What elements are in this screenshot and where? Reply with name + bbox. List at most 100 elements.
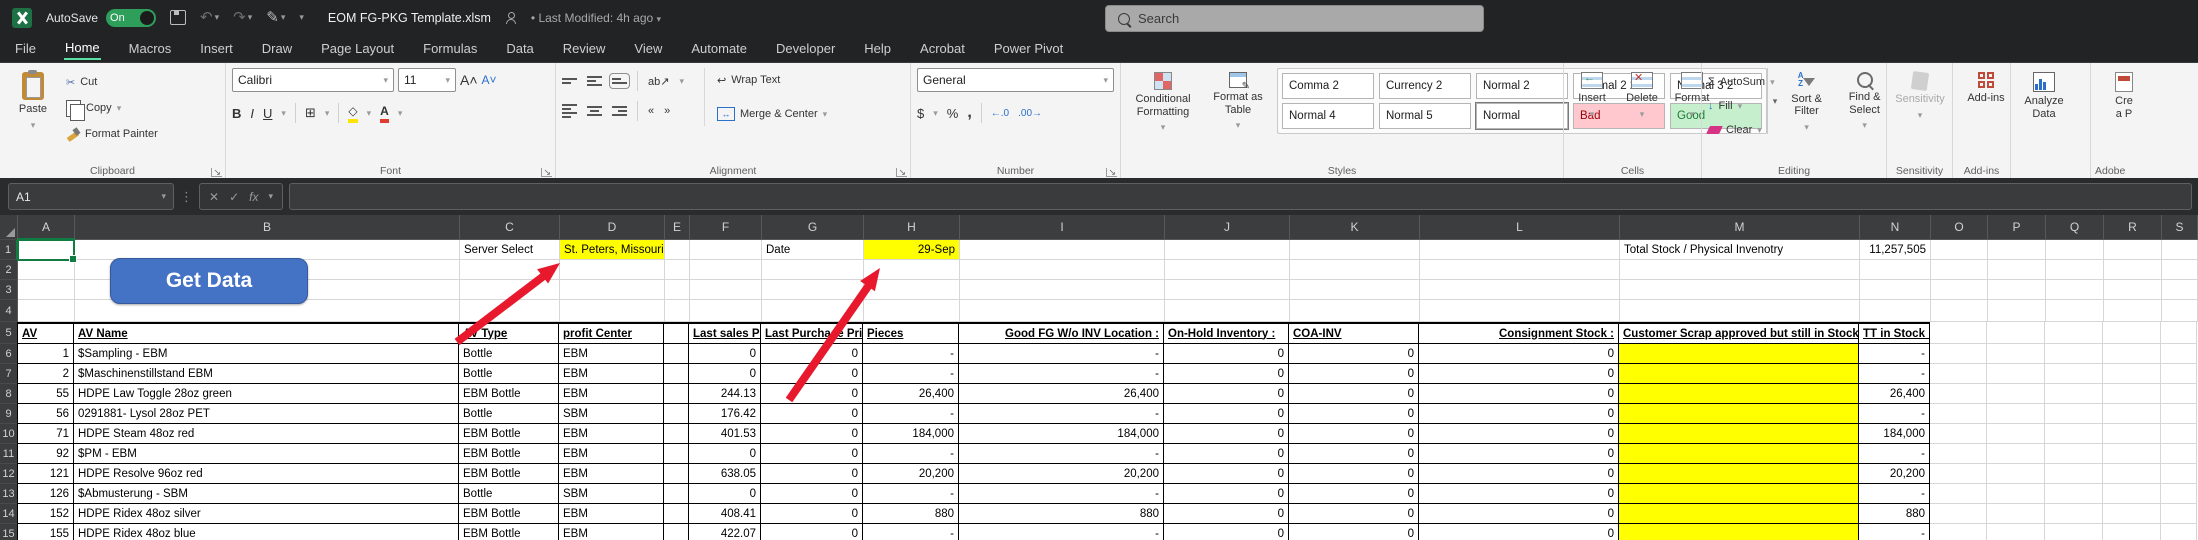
cell-H5[interactable]: Pieces — [863, 322, 959, 344]
cell-R9[interactable] — [2103, 404, 2161, 424]
clipboard-dialog-launcher[interactable]: ↘ — [211, 168, 222, 177]
row-header-5[interactable]: 5 — [0, 322, 18, 344]
cell-K10[interactable]: 0 — [1289, 424, 1419, 444]
cell-M6[interactable] — [1619, 344, 1859, 364]
cell-K14[interactable]: 0 — [1289, 504, 1419, 524]
cell-A11[interactable]: 92 — [17, 444, 74, 464]
cell-N7[interactable]: - — [1859, 364, 1930, 384]
cell-P12[interactable] — [1987, 464, 2045, 484]
cell-I6[interactable]: - — [959, 344, 1164, 364]
cell-Q11[interactable] — [2045, 444, 2103, 464]
cell-H3[interactable] — [864, 280, 960, 300]
confirm-entry-icon[interactable]: ✓ — [229, 190, 239, 204]
cell-K4[interactable] — [1290, 300, 1420, 322]
cell-S11[interactable] — [2161, 444, 2197, 464]
cell-E10[interactable] — [664, 424, 689, 444]
cell-I8[interactable]: 26,400 — [959, 384, 1164, 404]
row-header-2[interactable]: 2 — [0, 260, 18, 280]
cell-E8[interactable] — [664, 384, 689, 404]
cell-L15[interactable]: 0 — [1419, 524, 1619, 540]
insert-cells-button[interactable]: ← Insert▾ — [1570, 68, 1614, 123]
row-header-14[interactable]: 14 — [0, 504, 18, 524]
cell-I3[interactable] — [960, 280, 1165, 300]
cell-P9[interactable] — [1987, 404, 2045, 424]
cell-M14[interactable] — [1619, 504, 1859, 524]
column-header-F[interactable]: F — [690, 215, 762, 240]
cell-F3[interactable] — [690, 280, 762, 300]
cell-Q15[interactable] — [2045, 524, 2103, 540]
underline-button[interactable]: U — [263, 106, 272, 121]
number-dialog-launcher[interactable]: ↘ — [1106, 168, 1117, 177]
cell-O10[interactable] — [1930, 424, 1987, 444]
cell-Q10[interactable] — [2045, 424, 2103, 444]
cell-Q2[interactable] — [2046, 260, 2104, 280]
cell-D3[interactable] — [560, 280, 665, 300]
format-painter-button[interactable]: Format Painter — [66, 122, 158, 146]
cell-I12[interactable]: 20,200 — [959, 464, 1164, 484]
cell-O13[interactable] — [1930, 484, 1987, 504]
cell-style-normal[interactable]: Normal — [1476, 103, 1568, 129]
cell-F15[interactable]: 422.07 — [689, 524, 761, 540]
cell-R3[interactable] — [2104, 280, 2162, 300]
cell-B5[interactable]: AV Name — [74, 322, 459, 344]
cell-R10[interactable] — [2103, 424, 2161, 444]
cell-I13[interactable]: - — [959, 484, 1164, 504]
cell-S4[interactable] — [2162, 300, 2198, 322]
cell-G12[interactable]: 0 — [761, 464, 863, 484]
bold-button[interactable]: B — [232, 106, 241, 121]
cell-N3[interactable] — [1860, 280, 1931, 300]
cell-L1[interactable] — [1420, 240, 1620, 260]
cell-F7[interactable]: 0 — [689, 364, 761, 384]
delete-cells-button[interactable]: ✕ Delete▾ — [1620, 68, 1664, 123]
column-header-M[interactable]: M — [1620, 215, 1860, 240]
increase-decimal-icon[interactable]: ←.0 — [991, 108, 1009, 119]
cell-G7[interactable]: 0 — [761, 364, 863, 384]
row-header-6[interactable]: 6 — [0, 344, 18, 364]
cell-D11[interactable]: EBM — [559, 444, 664, 464]
cell-O9[interactable] — [1930, 404, 1987, 424]
row-header-4[interactable]: 4 — [0, 300, 18, 322]
cell-L11[interactable]: 0 — [1419, 444, 1619, 464]
cell-Q6[interactable] — [2045, 344, 2103, 364]
cell-K5[interactable]: COA-INV — [1289, 322, 1419, 344]
cell-B1[interactable] — [75, 240, 460, 260]
italic-button[interactable]: I — [250, 106, 254, 121]
cell-D13[interactable]: SBM — [559, 484, 664, 504]
cell-H1[interactable]: 29-Sep — [864, 240, 960, 260]
cell-J12[interactable]: 0 — [1164, 464, 1289, 484]
cell-S5[interactable] — [2161, 322, 2197, 344]
cell-S8[interactable] — [2161, 384, 2197, 404]
cell-R2[interactable] — [2104, 260, 2162, 280]
cell-E13[interactable] — [664, 484, 689, 504]
menu-tab-automate[interactable]: Automate — [690, 38, 748, 59]
column-header-L[interactable]: L — [1420, 215, 1620, 240]
cell-F2[interactable] — [690, 260, 762, 280]
column-header-C[interactable]: C — [460, 215, 560, 240]
cell-K12[interactable]: 0 — [1289, 464, 1419, 484]
menu-tab-developer[interactable]: Developer — [775, 38, 836, 59]
cell-Q13[interactable] — [2045, 484, 2103, 504]
number-format-select[interactable]: General▾ — [917, 68, 1114, 92]
cell-K15[interactable]: 0 — [1289, 524, 1419, 540]
fill-button[interactable]: ↓Fill▾ — [1708, 94, 1775, 118]
cell-L2[interactable] — [1420, 260, 1620, 280]
cell-C1[interactable]: Server Select — [460, 240, 560, 260]
cell-S1[interactable] — [2162, 240, 2198, 260]
cell-Q5[interactable] — [2045, 322, 2103, 344]
cell-M2[interactable] — [1620, 260, 1860, 280]
cell-D9[interactable]: SBM — [559, 404, 664, 424]
cell-Q12[interactable] — [2045, 464, 2103, 484]
column-header-R[interactable]: R — [2104, 215, 2162, 240]
column-header-S[interactable]: S — [2162, 215, 2198, 240]
undo-icon[interactable]: ↶▾ — [200, 10, 219, 25]
cell-E1[interactable] — [665, 240, 690, 260]
cell-H15[interactable]: - — [863, 524, 959, 540]
cell-L10[interactable]: 0 — [1419, 424, 1619, 444]
percent-format-icon[interactable]: % — [947, 106, 959, 121]
cell-G6[interactable]: 0 — [761, 344, 863, 364]
cell-D7[interactable]: EBM — [559, 364, 664, 384]
cell-I9[interactable]: - — [959, 404, 1164, 424]
menu-tab-insert[interactable]: Insert — [199, 38, 234, 59]
cell-M8[interactable] — [1619, 384, 1859, 404]
cell-L13[interactable]: 0 — [1419, 484, 1619, 504]
